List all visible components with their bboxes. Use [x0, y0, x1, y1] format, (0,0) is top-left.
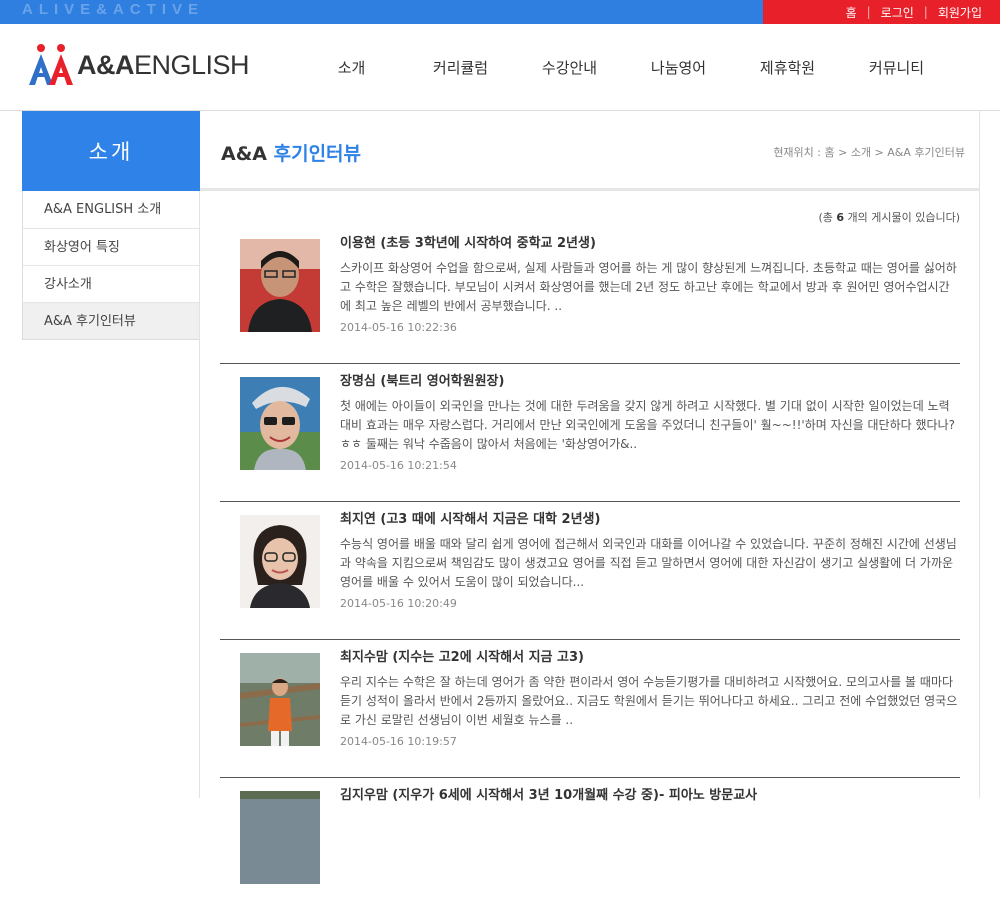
review-thumbnail[interactable] [240, 515, 320, 608]
divider [979, 111, 980, 798]
list-item[interactable]: 최지연 (고3 때에 시작해서 지금은 대학 2년생) 수능식 영어를 배울 때… [220, 502, 960, 640]
review-thumbnail[interactable] [240, 377, 320, 470]
breadcrumb: 현재위치 : 홈 > 소개 > A&A 후기인터뷰 [773, 146, 965, 159]
header: A&AENGLISH 소개 커리큘럼 수강안내 나눔영어 제휴학원 커뮤니티 [0, 24, 1000, 111]
divider [199, 191, 200, 798]
review-excerpt: 우리 지수는 수학은 잘 하는데 영어가 좀 약한 편이라서 영어 수능듣기평가… [340, 675, 958, 727]
post-count: (총 6 개의 게시물이 있습니다) [818, 211, 960, 224]
review-excerpt: 수능식 영어를 배울 때와 달리 쉽게 영어에 접근해서 외국인과 대화를 이어… [340, 537, 957, 589]
review-thumbnail[interactable] [240, 653, 320, 746]
nav-sharing-english[interactable]: 나눔영어 [624, 57, 733, 78]
list-item[interactable]: 장명심 (북트리 영어학원원장) 첫 애에는 아이들이 외국인을 만나는 것에 … [220, 364, 960, 502]
review-title[interactable]: 최지연 (고3 때에 시작해서 지금은 대학 2년생) [340, 508, 600, 527]
review-excerpt: 첫 애에는 아이들이 외국인을 만나는 것에 대한 두려움을 갖지 않게 하려고… [340, 399, 955, 451]
sidebar-item-features[interactable]: 화상영어 특징 [23, 228, 199, 265]
review-date: 2014-05-16 10:19:57 [340, 735, 457, 748]
content-header: A&A 후기인터뷰 현재위치 : 홈 > 소개 > A&A 후기인터뷰 [200, 111, 980, 191]
review-list: 이용현 (초등 3학년에 시작하여 중학교 2년생) 스카이프 화상영어 수업을… [220, 226, 960, 916]
separator: | [866, 5, 871, 19]
sidebar-item-reviews[interactable]: A&A 후기인터뷰 [23, 302, 199, 339]
nav-partner-academy[interactable]: 제휴학원 [733, 57, 842, 78]
sidebar-item-teachers[interactable]: 강사소개 [23, 265, 199, 302]
site-logo[interactable]: A&AENGLISH [27, 43, 250, 87]
login-link[interactable]: 로그인 [881, 4, 914, 21]
review-excerpt: 스카이프 화상영어 수업을 함으로써, 실제 사람들과 영어를 하는 게 많이 … [340, 261, 957, 313]
review-title[interactable]: 김지우맘 (지우가 6세에 시작해서 3년 10개월째 수강 중)- 피아노 방… [340, 784, 757, 803]
nav-course-guide[interactable]: 수강안내 [515, 57, 624, 78]
sidebar-menu: A&A ENGLISH 소개 화상영어 특징 강사소개 A&A 후기인터뷰 [22, 191, 200, 340]
home-link[interactable]: 홈 [846, 4, 857, 21]
review-date: 2014-05-16 10:20:49 [340, 597, 457, 610]
review-date: 2014-05-16 10:22:36 [340, 321, 457, 334]
page-title: A&A 후기인터뷰 [221, 143, 362, 165]
nav-curriculum[interactable]: 커리큘럼 [406, 57, 515, 78]
top-links: 홈 | 로그인 | 회원가입 [846, 0, 982, 24]
sidebar-title: 소개 [22, 111, 200, 191]
nav-community[interactable]: 커뮤니티 [842, 57, 951, 78]
logo-mark-icon [27, 43, 75, 87]
review-title[interactable]: 장명심 (북트리 영어학원원장) [340, 370, 504, 389]
review-thumbnail[interactable] [240, 791, 320, 884]
main-nav: 소개 커리큘럼 수강안내 나눔영어 제휴학원 커뮤니티 [297, 24, 951, 111]
list-item[interactable]: 김지우맘 (지우가 6세에 시작해서 3년 10개월째 수강 중)- 피아노 방… [220, 778, 960, 916]
top-bar: ALIVE&ACTIVE 홈 | 로그인 | 회원가입 [0, 0, 1000, 24]
list-item[interactable]: 이용현 (초등 3학년에 시작하여 중학교 2년생) 스카이프 화상영어 수업을… [220, 226, 960, 364]
signup-link[interactable]: 회원가입 [938, 4, 982, 21]
logo-text: A&AENGLISH [77, 49, 250, 80]
review-title[interactable]: 이용현 (초등 3학년에 시작하여 중학교 2년생) [340, 232, 596, 251]
list-item[interactable]: 최지수맘 (지수는 고2에 시작해서 지금 고3) 우리 지수는 수학은 잘 하… [220, 640, 960, 778]
slogan: ALIVE&ACTIVE [22, 1, 205, 18]
review-title[interactable]: 최지수맘 (지수는 고2에 시작해서 지금 고3) [340, 646, 584, 665]
nav-intro[interactable]: 소개 [297, 57, 406, 78]
review-thumbnail[interactable] [240, 239, 320, 332]
review-date: 2014-05-16 10:21:54 [340, 459, 457, 472]
sidebar-item-about[interactable]: A&A ENGLISH 소개 [23, 191, 199, 228]
separator: | [923, 5, 928, 19]
